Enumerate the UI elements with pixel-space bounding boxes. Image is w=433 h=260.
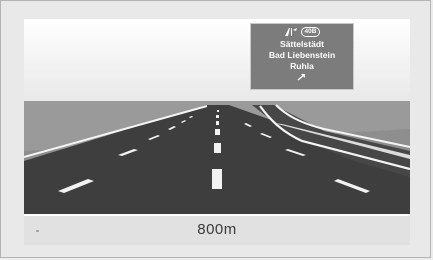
- navigation-display: 40B Sättelstädt Bad Liebenstein Ruhla 80…: [24, 19, 410, 245]
- distance-bar: 800m: [24, 216, 410, 245]
- direction-sign: 40B Sättelstädt Bad Liebenstein Ruhla: [250, 23, 354, 90]
- up-right-arrow-icon: [297, 73, 307, 81]
- distance-readout: 800m: [197, 221, 237, 238]
- motorway-exit-icon: [284, 27, 298, 37]
- destination-2: Bad Liebenstein: [268, 50, 336, 60]
- route-number-badge: 40B: [300, 27, 321, 37]
- sign-header: 40B: [251, 25, 353, 39]
- destination-1: Sättelstädt: [280, 39, 324, 49]
- screen-frame: 40B Sättelstädt Bad Liebenstein Ruhla 80…: [0, 0, 431, 258]
- destination-3: Ruhla: [290, 61, 314, 71]
